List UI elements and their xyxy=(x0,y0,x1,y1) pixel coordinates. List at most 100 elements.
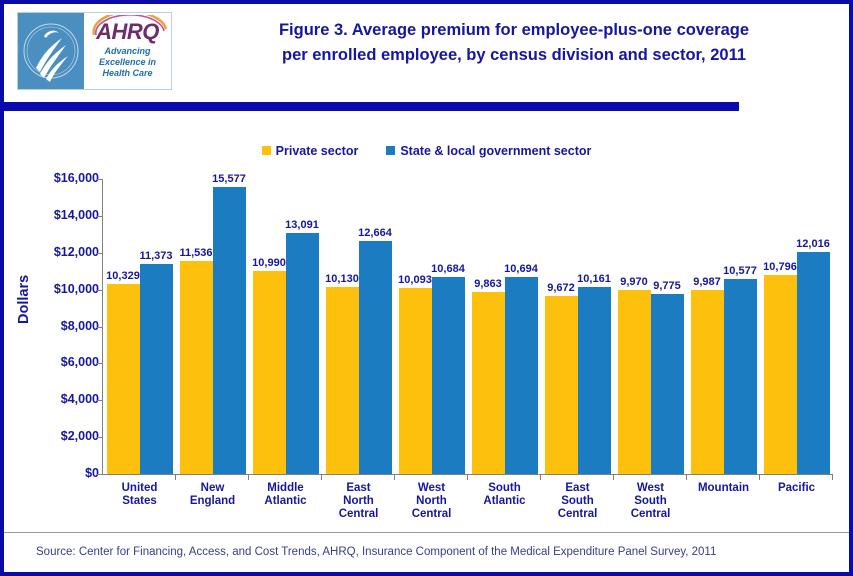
ahrq-wordmark: AHRQ xyxy=(96,19,159,44)
bar-public[interactable]: 10,161 xyxy=(577,273,611,474)
x-axis-category-label: New England xyxy=(176,482,249,521)
x-axis-category-line: South xyxy=(561,495,594,507)
bar-pair: 9,863 10,694 xyxy=(468,114,541,474)
x-axis-category-line: North xyxy=(416,495,447,507)
bar-private[interactable]: 9,863 xyxy=(471,278,505,474)
bar-groups: 10,329 11,373 11,536 15,577 10,990 13,091 10,1… xyxy=(103,114,833,480)
x-axis-category-line: Central xyxy=(557,508,598,520)
bar-private[interactable]: 9,987 xyxy=(690,276,724,474)
hhs-seal-icon xyxy=(23,23,79,82)
bar-public[interactable]: 9,775 xyxy=(650,280,684,474)
header-divider xyxy=(4,102,739,111)
ahrq-tagline-line1: Advancing xyxy=(104,46,151,56)
y-axis-tick-label: $10,000 xyxy=(53,281,99,296)
y-axis-tick-mark xyxy=(97,400,102,402)
bar-group: 11,536 15,577 xyxy=(176,114,249,480)
x-axis-category-label: East North Central xyxy=(322,482,395,521)
x-axis-category-label: Mountain xyxy=(687,482,760,521)
y-axis-tick-mark xyxy=(97,252,102,254)
bar-private[interactable]: 11,536 xyxy=(179,247,213,474)
bar-pair: 11,536 15,577 xyxy=(176,114,249,474)
bar-group: 10,130 12,664 xyxy=(322,114,395,480)
bar-group: 10,796 12,016 xyxy=(760,114,833,480)
hhs-seal-panel xyxy=(18,13,84,89)
x-axis-category-line: West xyxy=(636,482,665,494)
x-axis-group-tick xyxy=(321,474,322,480)
x-axis-group-tick xyxy=(248,474,249,480)
x-axis-group-tick xyxy=(175,474,176,480)
x-axis-group-tick xyxy=(467,474,468,480)
y-axis-tick-mark xyxy=(97,326,102,328)
bar-group: 9,970 9,775 xyxy=(614,114,687,480)
x-axis-category-label: South Atlantic xyxy=(468,482,541,521)
footer-divider xyxy=(4,532,849,533)
bar-pair: 10,093 10,684 xyxy=(395,114,468,474)
x-axis-category-line: Central xyxy=(411,508,452,520)
x-axis-category-line: New xyxy=(200,482,225,494)
bar-public[interactable]: 11,373 xyxy=(139,250,173,474)
bar-private[interactable]: 10,130 xyxy=(325,273,359,474)
bar-group: 10,990 13,091 xyxy=(249,114,322,480)
bar-pair: 9,672 10,161 xyxy=(541,114,614,474)
bar-public[interactable]: 10,577 xyxy=(723,265,757,474)
bar-private[interactable]: 10,329 xyxy=(106,270,140,474)
bar-public[interactable]: 15,577 xyxy=(212,173,246,474)
figure-page: AHRQ Advancing Excellence in Health Care… xyxy=(0,0,853,576)
y-axis-tick-label: $16,000 xyxy=(53,171,99,185)
x-axis-category-line: Pacific xyxy=(777,482,816,494)
y-axis-tick-label: $0 xyxy=(85,466,99,480)
bar-value-label: 12,016 xyxy=(796,238,830,251)
x-axis-group-tick xyxy=(759,474,760,480)
bar-group: 9,672 10,161 xyxy=(541,114,614,480)
bar-group: 10,329 11,373 xyxy=(103,114,176,480)
bar-pair: 10,796 12,016 xyxy=(760,114,833,474)
bar-public[interactable]: 13,091 xyxy=(285,219,319,474)
y-axis-tick-label: $4,000 xyxy=(60,392,99,407)
plot-area: 10,329 11,373 11,536 15,577 10,990 13,091 10,1… xyxy=(97,114,834,529)
bar-public[interactable]: 10,684 xyxy=(431,263,465,474)
x-axis-labels: United States New England Middle Atlantic East… xyxy=(103,482,833,521)
x-axis-category-label: United States xyxy=(103,482,176,521)
bar-private[interactable]: 9,970 xyxy=(617,276,651,474)
x-axis-category-label: West North Central xyxy=(395,482,468,521)
y-axis-tick-label: $14,000 xyxy=(53,207,99,222)
bar-private[interactable]: 9,672 xyxy=(544,282,578,474)
bar-public[interactable]: 10,694 xyxy=(504,263,538,474)
x-axis-category-line: West xyxy=(417,482,446,494)
bar-public[interactable]: 12,016 xyxy=(796,238,830,474)
y-axis-tick-mark xyxy=(97,437,102,439)
y-axis-tick-mark xyxy=(97,363,102,365)
x-axis-group-tick xyxy=(394,474,395,480)
chart: Private sector State & local government s… xyxy=(4,114,849,529)
x-axis-category-line: States xyxy=(122,495,157,507)
bar-private[interactable]: 10,796 xyxy=(763,261,797,474)
x-axis-category-line: Central xyxy=(630,508,671,520)
page-title-line1: Figure 3. Average premium for employee-p… xyxy=(278,21,750,39)
x-axis-group-tick xyxy=(613,474,614,480)
bar-pair: 10,990 13,091 xyxy=(249,114,322,474)
x-axis-category-label: Middle Atlantic xyxy=(249,482,322,521)
bar-private[interactable]: 10,990 xyxy=(252,257,286,474)
x-axis-group-tick xyxy=(540,474,541,480)
bar-pair: 9,970 9,775 xyxy=(614,114,687,474)
y-axis-tick-mark xyxy=(97,215,102,217)
plot-wrapper: Dollars $0 $2,000 $4,000 $6,000 $8,000 $10,00… xyxy=(4,114,849,529)
bar-group: 10,093 10,684 xyxy=(395,114,468,480)
y-axis-labels: $0 $2,000 $4,000 $6,000 $8,000 $10,000 $12,000… xyxy=(29,114,99,529)
x-axis-category-line: England xyxy=(189,495,236,507)
x-axis-category-line: Middle xyxy=(267,482,304,494)
x-axis-category-line: East xyxy=(346,482,371,494)
y-axis-tick-label: $8,000 xyxy=(60,318,99,333)
source-note: Source: Center for Financing, Access, an… xyxy=(36,546,717,558)
page-title-line2: per enrolled employee, by census divisio… xyxy=(281,46,747,64)
bar-pair: 10,329 11,373 xyxy=(103,114,176,474)
bar-private[interactable]: 10,093 xyxy=(398,274,432,474)
x-axis-category-line: Central xyxy=(338,508,379,520)
ahrq-logo: AHRQ Advancing Excellence in Health Care xyxy=(17,12,172,90)
x-axis-category-line: Atlantic xyxy=(264,495,307,507)
x-axis-category-line: Atlantic xyxy=(483,495,526,507)
bar-group: 9,987 10,577 xyxy=(687,114,760,480)
y-axis-tick-label: $6,000 xyxy=(60,355,99,370)
y-axis-tick-label: $2,000 xyxy=(60,429,99,444)
y-axis-tick-label: $12,000 xyxy=(53,244,99,259)
